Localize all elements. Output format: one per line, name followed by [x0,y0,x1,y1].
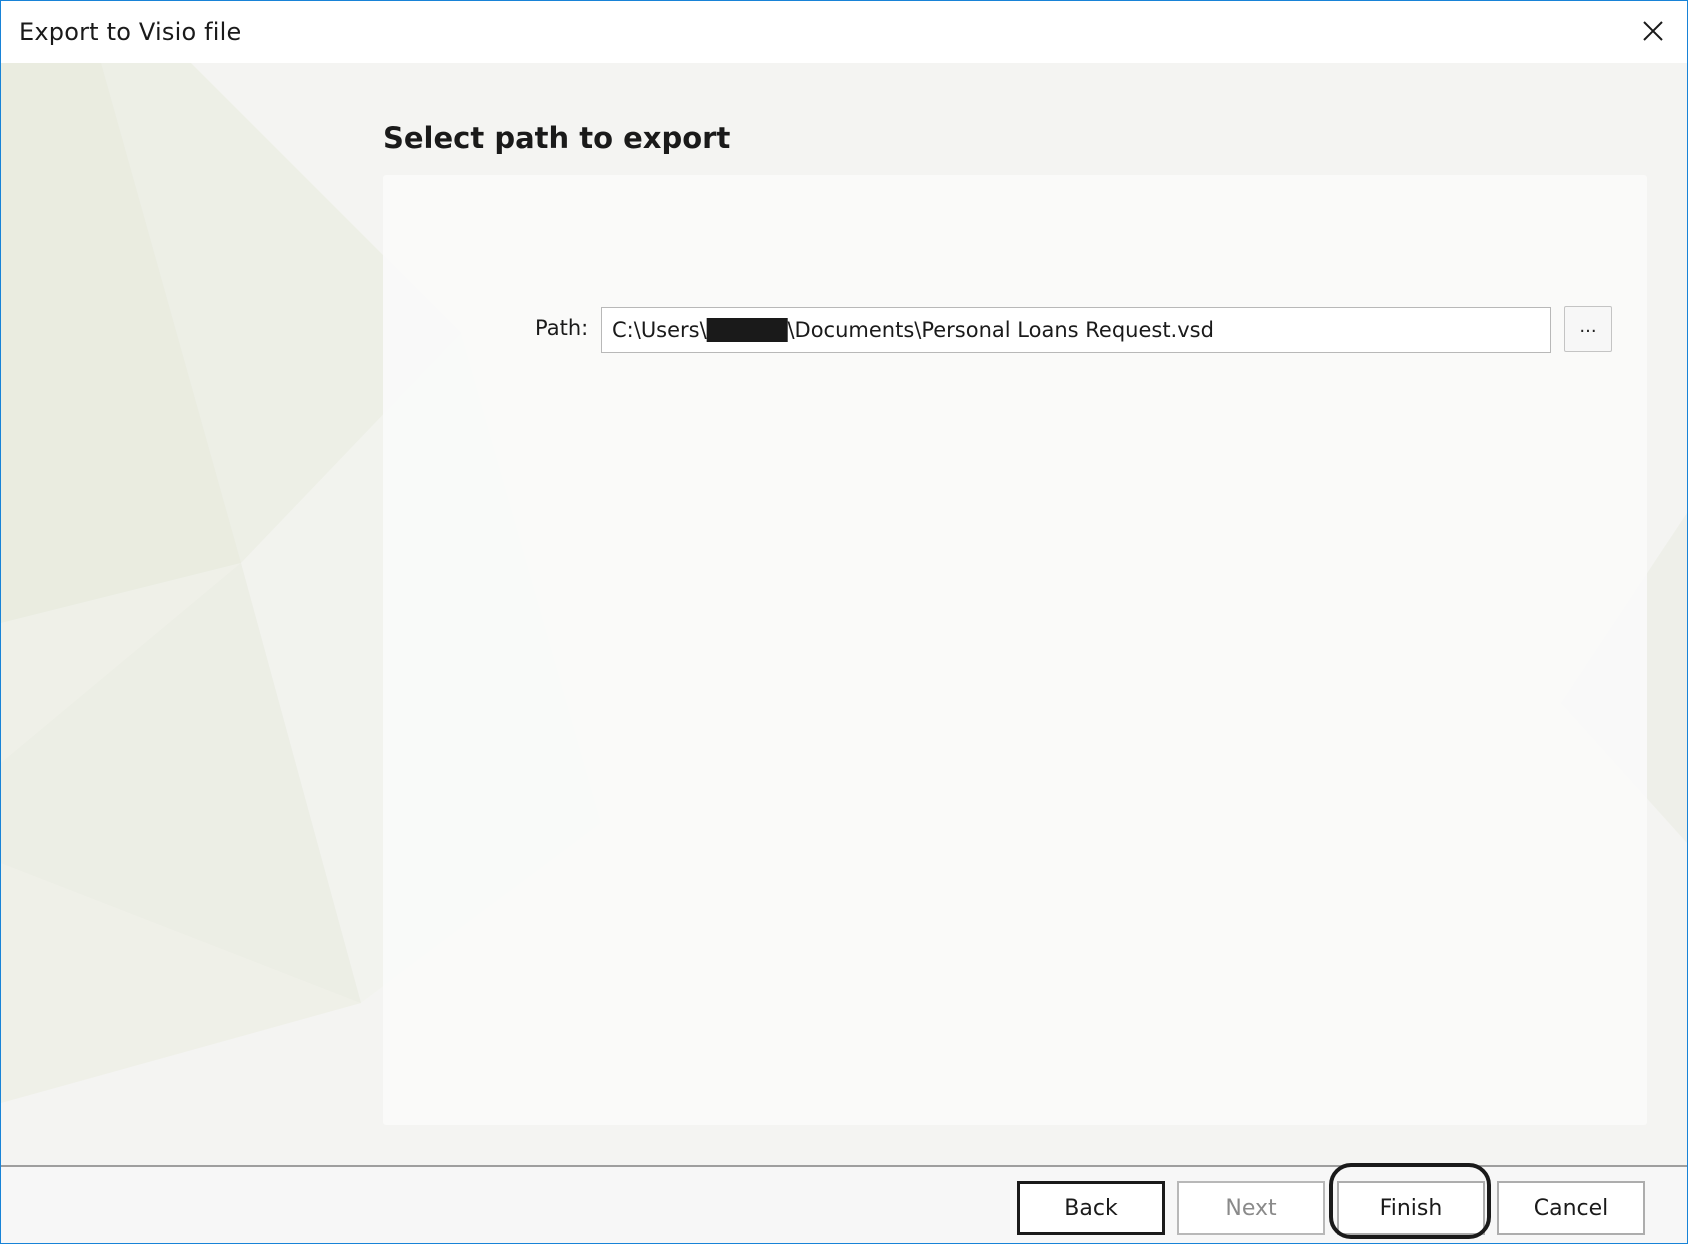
close-icon [1643,21,1663,41]
window-title: Export to Visio file [19,18,242,46]
close-button[interactable] [1633,13,1673,49]
cancel-button[interactable]: Cancel [1497,1181,1645,1235]
page-heading: Select path to export [383,121,731,155]
export-dialog: Export to Visio file Select path to expo… [0,0,1688,1244]
finish-button[interactable]: Finish [1337,1181,1485,1235]
back-button[interactable]: Back [1017,1181,1165,1235]
dialog-content: Select path to export Path: ... [1,63,1687,1165]
path-label: Path: [535,316,589,340]
button-bar: Back Next Finish Cancel [1,1165,1687,1243]
path-input[interactable] [601,307,1551,353]
next-button[interactable]: Next [1177,1181,1325,1235]
title-bar: Export to Visio file [1,1,1687,63]
browse-button[interactable]: ... [1564,306,1612,352]
